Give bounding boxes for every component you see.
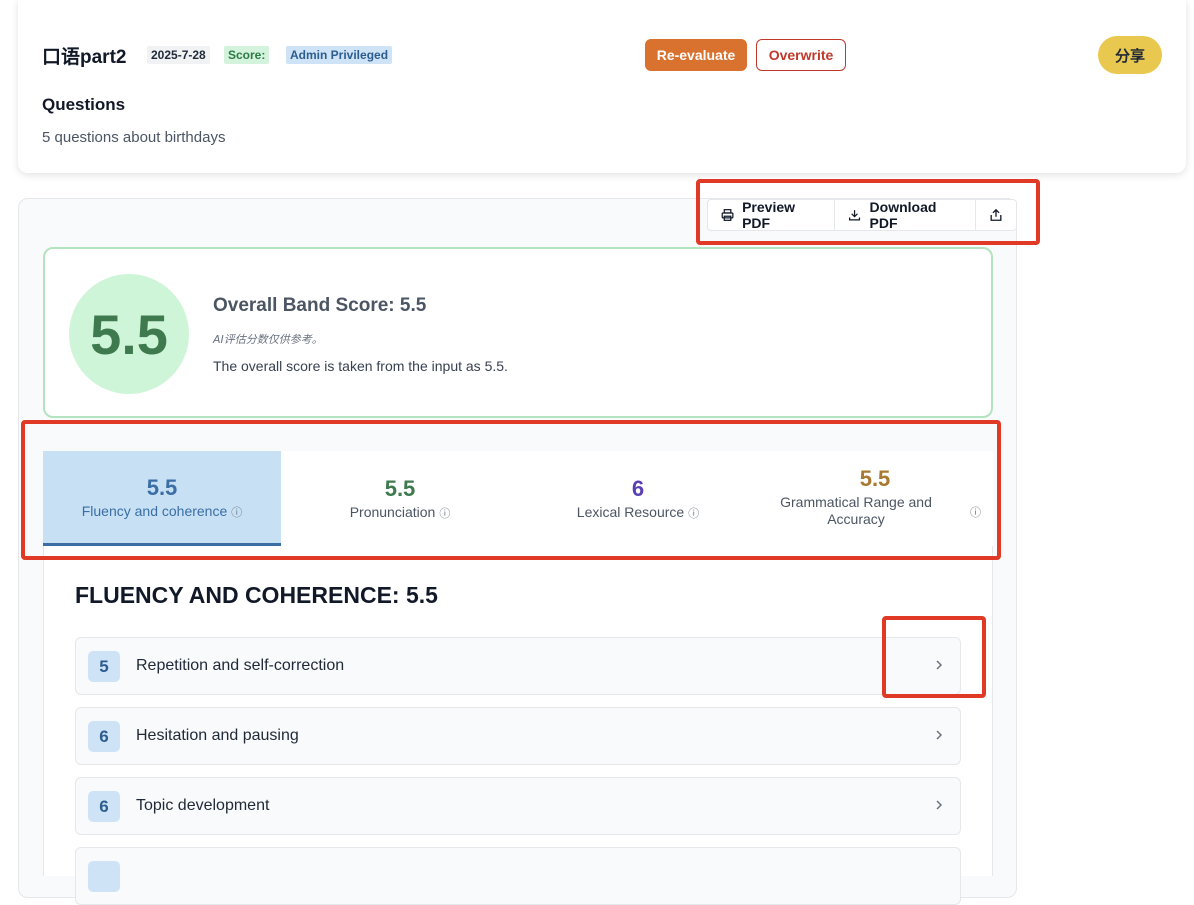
page-title: 口语part2 [42,47,127,68]
chevron-right-icon[interactable] [932,655,946,675]
overall-score-title: Overall Band Score: 5.5 [213,295,427,316]
report-header-card: 口语part2 2025-7-28 Score: Admin Privilege… [18,0,1186,173]
info-icon[interactable]: ⓘ [231,507,242,519]
share-export-button[interactable] [976,200,1016,230]
criteria-tabs: 5.5 Fluency and coherence ⓘ 5.5 Pronuncia… [43,451,993,547]
overwrite-button[interactable]: Overwrite [756,39,846,71]
preview-pdf-label: Preview PDF [742,199,796,231]
ai-disclaimer: AI评估分数仅供参考。 [213,333,323,346]
criterion-score-badge [88,861,120,892]
tab-score: 5.5 [859,466,891,491]
tab-score: 5.5 [384,476,416,501]
tab-label-wrap: Lexical Resource ⓘ [519,504,757,521]
overall-score-circle: 5.5 [69,274,189,394]
tab-label: Fluency and coherence [81,503,228,519]
chevron-right-icon[interactable] [932,725,946,745]
tab-grammar[interactable]: 5.5 Grammatical Range and Accuracy ⓘ [757,451,993,546]
preview-pdf-button[interactable]: Preview PDF [708,199,836,231]
info-icon[interactable]: ⓘ [970,504,981,520]
criteria-heading: FLUENCY AND COHERENCE: 5.5 [75,582,438,608]
tab-fluency[interactable]: 5.5 Fluency and coherence ⓘ [43,451,281,546]
admin-badge: Admin Privileged [286,46,393,64]
criterion-score-badge: 6 [88,791,120,822]
tab-label: Grammatical Range and Accuracy [780,494,932,527]
criterion-label: Repetition and self-correction [136,657,345,674]
tab-label-wrap: Fluency and coherence ⓘ [43,503,281,520]
criterion-score-badge: 5 [88,651,120,682]
overall-score-description: The overall score is taken from the inpu… [213,358,508,374]
questions-description: 5 questions about birthdays [42,129,226,146]
info-icon[interactable]: ⓘ [688,508,699,520]
share-button[interactable]: 分享 [1098,36,1162,74]
overall-score-card: 5.5 Overall Band Score: 5.5 AI评估分数仅供参考。 … [43,247,993,418]
tab-score: 6 [631,476,645,501]
pdf-toolbar: Preview PDF Download PDF [707,199,1017,231]
criterion-topic-development[interactable]: 6 Topic development [75,777,961,835]
tab-label: Lexical Resource [576,504,685,520]
download-pdf-label: Download PDF [869,199,937,231]
download-pdf-button[interactable]: Download PDF [835,199,976,231]
tab-lexical-resource[interactable]: 6 Lexical Resource ⓘ [519,451,757,546]
tab-label-wrap: Pronunciation ⓘ [281,504,519,521]
tab-score: 5.5 [146,475,178,500]
criterion-repetition[interactable]: 5 Repetition and self-correction [75,637,961,695]
tab-label: Pronunciation [349,504,436,520]
info-icon[interactable]: ⓘ [439,508,450,520]
chevron-right-icon[interactable] [932,795,946,815]
criterion-label: Hesitation and pausing [136,727,299,744]
reevaluate-button[interactable]: Re-evaluate [645,39,747,71]
download-icon [849,210,861,221]
criterion-hesitation[interactable]: 6 Hesitation and pausing [75,707,961,765]
score-badge: Score: [224,46,270,64]
criterion-label: Topic development [136,797,270,814]
date-badge: 2025-7-28 [147,46,210,64]
share-upload-icon [990,208,1002,221]
questions-heading: Questions [42,95,126,114]
tab-pronunciation[interactable]: 5.5 Pronunciation ⓘ [281,451,519,546]
printer-icon [721,209,734,221]
criterion-score-badge: 6 [88,721,120,752]
criterion-partial[interactable] [75,847,961,905]
